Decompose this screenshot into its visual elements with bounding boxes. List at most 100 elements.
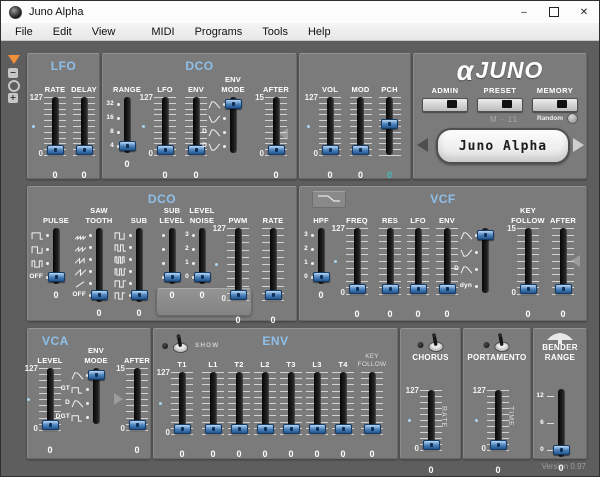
slider-thumb[interactable] xyxy=(553,445,570,455)
expand-plus-button[interactable]: + xyxy=(8,93,18,103)
menu-item-file[interactable]: File xyxy=(5,25,43,39)
slider-vca-after: AFTER1500 xyxy=(122,345,152,455)
slider-vcf-after: AFTER0 xyxy=(548,205,578,319)
slider-thumb[interactable] xyxy=(382,284,399,294)
slider-thumb[interactable] xyxy=(520,284,537,294)
slider-thumb[interactable] xyxy=(410,284,427,294)
toggle-switch[interactable] xyxy=(494,331,511,358)
step-option xyxy=(74,255,92,264)
slider-thumb[interactable] xyxy=(313,272,330,282)
center-marker-dot xyxy=(475,419,478,422)
step-label: 16 xyxy=(106,115,114,122)
slider-thumb[interactable] xyxy=(88,370,105,380)
slider-thumb[interactable] xyxy=(164,272,181,282)
slider-thumb[interactable] xyxy=(257,424,274,434)
slider-thumb[interactable] xyxy=(490,440,507,450)
slider-value: 0 xyxy=(387,170,392,180)
sub-2-icon xyxy=(114,243,127,253)
slider-thumb[interactable] xyxy=(309,424,326,434)
step-marker xyxy=(311,262,314,265)
slider-thumb[interactable] xyxy=(477,230,494,240)
step-marker xyxy=(162,234,165,237)
slider-row: 1270TIME0 xyxy=(467,367,529,475)
tick-mark xyxy=(407,294,429,295)
step-marker xyxy=(129,246,132,249)
slider-thumb[interactable] xyxy=(91,290,108,300)
circle-button[interactable] xyxy=(8,80,20,92)
toggle-switch[interactable] xyxy=(427,331,444,358)
step-option xyxy=(74,279,92,288)
slider-thumb[interactable] xyxy=(352,145,369,155)
close-button[interactable]: ✕ xyxy=(569,1,599,23)
slider-thumb[interactable] xyxy=(335,424,352,434)
tick-mark xyxy=(202,434,224,435)
slider-thumb[interactable] xyxy=(230,290,247,300)
preset-switch[interactable] xyxy=(477,98,523,112)
orange-triangle-icon[interactable] xyxy=(8,55,20,64)
slider-thumb[interactable] xyxy=(265,290,282,300)
led-indicator xyxy=(417,342,423,348)
slider-thumb[interactable] xyxy=(423,440,440,450)
tick-mark xyxy=(379,294,401,295)
slider-label: AFTER xyxy=(124,345,150,368)
admin-switch[interactable] xyxy=(422,98,468,112)
slider-body: 0 xyxy=(158,228,186,312)
slider-thumb[interactable] xyxy=(119,141,136,151)
memory-switch[interactable] xyxy=(532,98,578,112)
slider-thumb[interactable] xyxy=(555,284,572,294)
slider-value: 0 xyxy=(179,449,184,459)
slider-thumb[interactable] xyxy=(157,145,174,155)
menu-item-help[interactable]: Help xyxy=(298,25,341,39)
menu-item-midi[interactable]: MIDI xyxy=(141,25,184,39)
tick-mark xyxy=(154,155,176,156)
menu-item-view[interactable]: View xyxy=(82,25,126,39)
slider-thumb[interactable] xyxy=(205,424,222,434)
slider-thumb[interactable] xyxy=(364,424,381,434)
bender-lever-icon xyxy=(545,330,575,349)
random-button[interactable] xyxy=(567,113,578,124)
maximize-button[interactable] xyxy=(539,1,569,23)
slider-thumb[interactable] xyxy=(283,424,300,434)
patch-prev-arrow[interactable] xyxy=(417,138,428,152)
slider-label: T4 xyxy=(338,349,347,372)
menu-item-programs[interactable]: Programs xyxy=(185,25,253,39)
slider-thumb[interactable] xyxy=(349,284,366,294)
center-marker-dot xyxy=(159,402,162,405)
step-marker xyxy=(162,248,165,251)
slider-thumb[interactable] xyxy=(231,424,248,434)
slider-portamento-time: 1270TIME0 xyxy=(467,367,529,475)
step-option xyxy=(114,255,132,264)
slider-thumb[interactable] xyxy=(76,145,93,155)
minimize-button[interactable]: – xyxy=(509,1,539,23)
slider-thumb[interactable] xyxy=(268,145,285,155)
slider-thumb[interactable] xyxy=(174,424,191,434)
slider-thumb[interactable] xyxy=(131,290,148,300)
slider-thumb[interactable] xyxy=(439,284,456,294)
panel-mix: VOL12700MOD0PCH0 xyxy=(299,53,411,179)
patch-next-arrow[interactable] xyxy=(573,138,584,152)
slider-chorus-rate: 1270RATE0 xyxy=(403,367,459,475)
slider-label: L3 xyxy=(312,349,321,372)
slider-value: 0 xyxy=(107,159,147,169)
slider-thumb[interactable] xyxy=(47,145,64,155)
slider-thumb[interactable] xyxy=(129,420,146,430)
slider-thumb[interactable] xyxy=(48,272,65,282)
collapse-minus-button[interactable]: − xyxy=(8,68,18,78)
tick-mark xyxy=(319,155,341,156)
slider-thumb[interactable] xyxy=(194,272,211,282)
step-marker xyxy=(117,131,120,134)
slider-thumb[interactable] xyxy=(225,99,242,109)
step-marker xyxy=(129,258,132,261)
scale-max-label: 15 xyxy=(255,93,264,102)
env-inv-icon xyxy=(208,142,221,152)
menu-item-tools[interactable]: Tools xyxy=(252,25,298,39)
step-option xyxy=(114,231,132,240)
slider-body xyxy=(70,97,98,167)
menu-item-edit[interactable]: Edit xyxy=(43,25,82,39)
slider-row: VOL12700MOD0PCH0 xyxy=(314,74,404,180)
step-label: 1 xyxy=(304,260,308,267)
step-option: 3 xyxy=(185,231,195,240)
slider-thumb[interactable] xyxy=(322,145,339,155)
step-marker xyxy=(89,246,92,249)
slider-thumb[interactable] xyxy=(381,119,398,129)
